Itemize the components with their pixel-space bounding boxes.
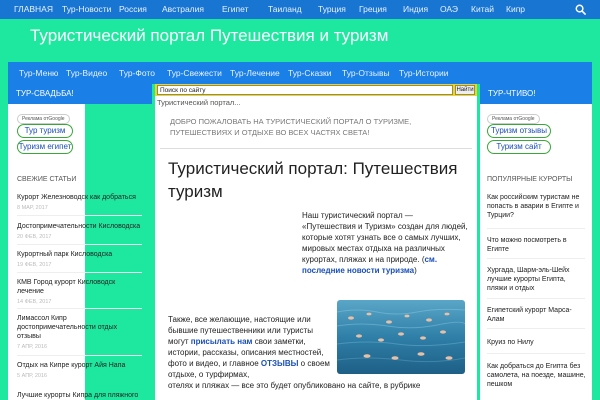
divider: [17, 308, 142, 309]
google-ads-label[interactable]: Реклама отGoogle: [487, 114, 540, 124]
welcome-text: Добро пожаловать на туристический портал…: [170, 117, 412, 137]
recent-post[interactable]: КМВ Город курорт Кисловодск лечение 14 ФЕ…: [17, 278, 117, 307]
menu-item-tour-video[interactable]: Тур-Видео: [66, 62, 107, 84]
menu-item-tour-stories[interactable]: Тур-Истории: [399, 62, 449, 84]
topnav-item-russia[interactable]: Россия: [119, 0, 147, 19]
popular-resorts-title: ПОПУЛЯРНЫЕ КУРОРТЫ: [487, 176, 573, 183]
popular-post[interactable]: Как российским туристам не попасть в ава…: [487, 193, 587, 220]
breadcrumb[interactable]: Туристический портал...: [157, 98, 241, 107]
divider: [487, 228, 585, 229]
left-sidebar-header[interactable]: ТУР-СВАДЬБА!: [8, 84, 152, 104]
right-sidebar-header[interactable]: ТУР-ЧТИВО!: [480, 84, 592, 104]
topnav-item-india[interactable]: Индия: [403, 0, 428, 19]
recent-post[interactable]: Отдых на Кипре курорт Айя Напа 5 АПР, 201…: [17, 361, 142, 381]
post-date: 20 ФЕВ, 2017: [17, 234, 52, 240]
divider: [17, 355, 142, 356]
recent-posts-title: СВЕЖИЕ СТАТЬИ: [17, 176, 77, 183]
ad-button-tourism-site[interactable]: Туризм сайт: [487, 140, 551, 154]
intro-text: Наш туристический портал — «Путешествия …: [302, 211, 468, 264]
topnav-item-egypt[interactable]: Египет: [222, 0, 248, 19]
post-title[interactable]: Лимассол Кипр достопримечательности отды…: [17, 315, 117, 340]
ad-button-tourism-reviews[interactable]: Туризм отзывы: [487, 124, 551, 138]
topnav-item-australia[interactable]: Австралия: [162, 0, 204, 19]
popular-post[interactable]: Круиз по Нилу: [487, 338, 587, 347]
search-button[interactable]: Найти: [455, 85, 475, 95]
contribute-paragraph-continued: отелях и пляжах — все это будет опублико…: [168, 381, 421, 390]
divider: [160, 148, 472, 149]
send-us-link[interactable]: присылать нам: [191, 337, 253, 346]
post-title[interactable]: Достопримечательности Кисловодска: [17, 223, 140, 230]
topnav-item-greece[interactable]: Греция: [359, 0, 387, 19]
divider: [487, 298, 585, 299]
post-title[interactable]: КМВ Город курорт Кисловодск лечение: [17, 279, 115, 295]
divider: [487, 258, 585, 259]
divider: [17, 215, 142, 216]
top-nav: ГЛАВНАЯ Тур-Новости Россия Австралия Еги…: [0, 0, 600, 19]
contribute-paragraph: Также, все желающие, настоящие или бывши…: [168, 314, 330, 380]
divider: [487, 328, 585, 329]
topnav-item-china[interactable]: Китай: [471, 0, 494, 19]
menu-item-tour-health[interactable]: Тур-Лечение: [230, 62, 280, 84]
swimmers-photo: [337, 300, 465, 374]
popular-post[interactable]: Как добраться до Египта без самолета, на…: [487, 362, 587, 389]
post-date: 19 ФЕВ, 2017: [17, 262, 52, 268]
popular-post[interactable]: Что можно посмотреть в Египте: [487, 236, 587, 254]
divider: [17, 272, 142, 273]
site-title[interactable]: Туристический портал Путешествия и туриз…: [30, 26, 388, 46]
main-menu: Тур-Меню Тур-Видео Тур-Фото Тур-Свежести…: [8, 62, 592, 84]
post-date: 14 ФЕВ, 2017: [17, 299, 52, 305]
article-title: Туристический портал: Путешествия туризм: [168, 159, 458, 201]
post-date: 7 АПР, 2016: [17, 344, 48, 350]
intro-text-end: ): [414, 266, 417, 275]
menu-item-tour-fresh[interactable]: Тур-Свежести: [167, 62, 222, 84]
google-ads-label[interactable]: Реклама отGoogle: [17, 114, 70, 124]
topnav-item-uae[interactable]: ОАЭ: [440, 0, 458, 19]
intro-paragraph: Наш туристический портал — «Путешествия …: [302, 210, 468, 276]
post-title[interactable]: Курорт Железноводск как добраться: [17, 194, 136, 201]
divider: [17, 244, 142, 245]
menu-item-tour-menu[interactable]: Тур-Меню: [19, 62, 58, 84]
menu-item-tour-photo[interactable]: Тур-Фото: [119, 62, 155, 84]
divider: [487, 353, 585, 354]
recent-post[interactable]: Достопримечательности Кисловодска 20 ФЕВ,…: [17, 222, 142, 242]
search-input[interactable]: [157, 85, 453, 95]
ad-button-tour-tourism[interactable]: Тур туризм: [17, 124, 73, 138]
topnav-item-home[interactable]: ГЛАВНАЯ: [14, 0, 53, 19]
search-icon[interactable]: [575, 4, 586, 15]
topnav-item-cyprus[interactable]: Кипр: [506, 0, 525, 19]
popular-post[interactable]: Хургада, Шарм-эль-Шейх лучшие курорты Ег…: [487, 266, 587, 293]
menu-item-tour-reviews[interactable]: Тур-Отзывы: [342, 62, 390, 84]
post-title[interactable]: Курортный парк Кисловодска: [17, 251, 112, 258]
recent-post[interactable]: Курорт Железноводск как добраться 8 МАР, …: [17, 193, 142, 213]
menu-item-tour-tales[interactable]: Тур-Сказки: [288, 62, 331, 84]
reviews-link[interactable]: ОТЗЫВЫ: [261, 359, 299, 368]
post-date: 8 МАР, 2017: [17, 205, 48, 211]
recent-post[interactable]: Курортный парк Кисловодска 19 ФЕВ, 2017: [17, 250, 142, 270]
post-date: 5 АПР, 2016: [17, 373, 48, 379]
popular-post[interactable]: Египетский курорт Марса-Алам: [487, 306, 587, 324]
recent-post[interactable]: Лимассол Кипр достопримечательности отды…: [17, 314, 127, 352]
recent-post[interactable]: Лучшие курорты Кипра для пляжного: [17, 391, 152, 400]
ad-button-tourism-egypt[interactable]: Туризм египет: [17, 140, 73, 154]
post-title[interactable]: Отдых на Кипре курорт Айя Напа: [17, 362, 125, 369]
post-title[interactable]: Лучшие курорты Кипра для пляжного: [17, 392, 138, 399]
topnav-item-turkey[interactable]: Турция: [318, 0, 346, 19]
topnav-item-thailand[interactable]: Таиланд: [268, 0, 302, 19]
topnav-item-news[interactable]: Тур-Новости: [62, 0, 111, 19]
